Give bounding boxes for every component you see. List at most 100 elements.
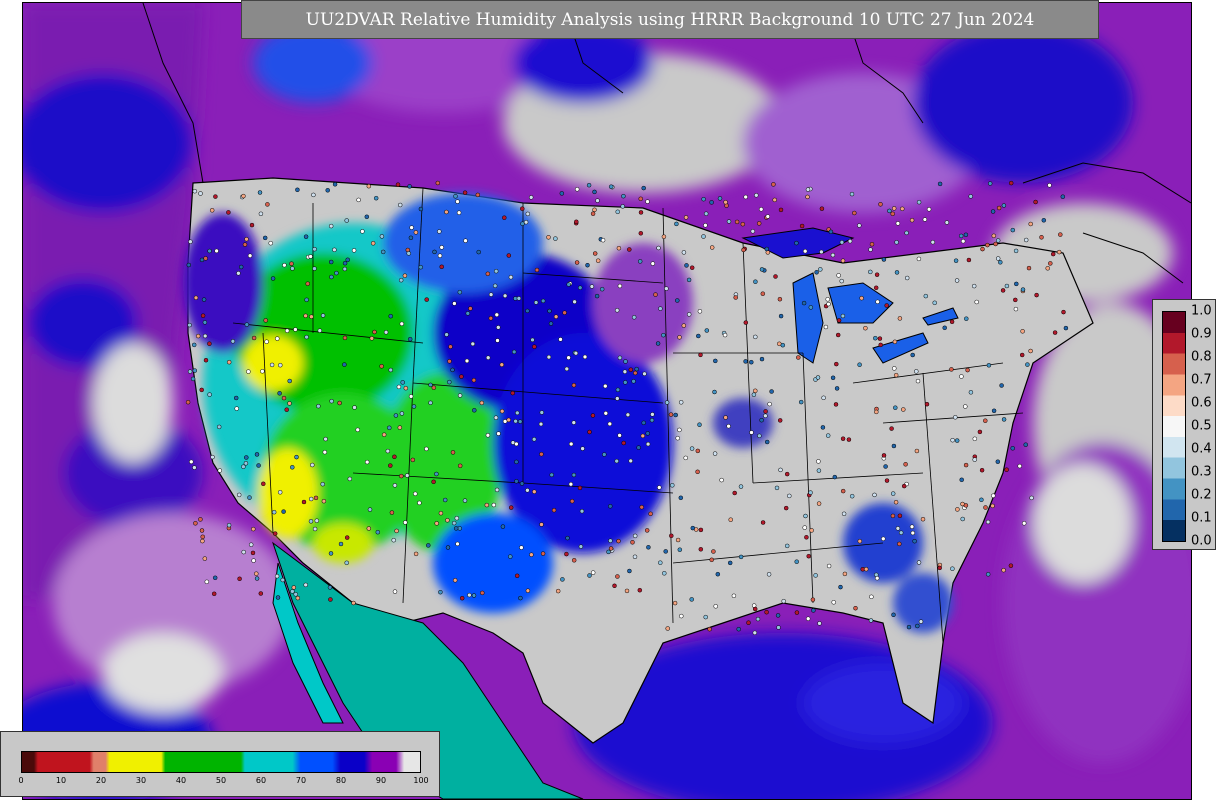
station-marker (805, 194, 810, 200)
station-marker (738, 554, 744, 560)
station-marker (317, 328, 323, 333)
station-marker (383, 330, 389, 335)
station-marker (979, 497, 984, 503)
station-marker (1008, 180, 1014, 186)
station-marker (641, 185, 646, 191)
station-marker (965, 367, 970, 373)
station-marker (310, 462, 315, 468)
station-marker (305, 281, 310, 286)
station-marker (959, 374, 964, 379)
station-marker (1013, 248, 1019, 254)
station-marker (624, 588, 630, 594)
ratio-tick-label: 0.4 (1191, 441, 1212, 457)
station-marker (447, 379, 452, 385)
station-marker (617, 433, 622, 438)
station-marker (577, 485, 583, 491)
station-marker (237, 576, 242, 582)
station-marker (190, 376, 196, 382)
station-marker (999, 383, 1004, 388)
station-marker (966, 257, 972, 263)
station-marker (534, 267, 540, 273)
station-marker (445, 518, 450, 523)
station-marker (186, 262, 192, 268)
station-marker (963, 462, 969, 468)
station-marker (753, 279, 758, 284)
station-marker (590, 211, 596, 216)
station-marker (863, 325, 868, 331)
station-marker (759, 417, 764, 423)
station-marker (630, 540, 635, 545)
station-marker (661, 234, 667, 239)
station-marker (776, 625, 781, 630)
station-marker (546, 354, 552, 360)
station-marker (868, 618, 874, 623)
station-marker (515, 410, 520, 416)
station-marker (201, 297, 207, 302)
ratio-tick-label: 0.9 (1191, 326, 1212, 342)
station-marker (1008, 563, 1014, 568)
station-marker (944, 220, 950, 225)
station-marker (403, 520, 408, 525)
station-marker (244, 322, 250, 327)
station-marker (518, 595, 523, 601)
station-marker (388, 463, 393, 468)
station-marker (991, 408, 997, 414)
station-marker (883, 464, 888, 469)
station-marker (804, 535, 809, 540)
station-marker (821, 395, 826, 401)
station-marker (689, 446, 695, 451)
station-marker (323, 436, 328, 442)
station-marker (890, 513, 896, 519)
station-marker (287, 401, 292, 406)
station-marker (772, 197, 777, 203)
station-marker (897, 513, 903, 519)
station-marker (869, 594, 874, 600)
station-marker (608, 546, 614, 551)
station-marker (738, 484, 744, 489)
station-marker (734, 219, 740, 225)
station-marker (914, 369, 919, 374)
station-marker (617, 355, 623, 361)
station-marker (207, 341, 212, 346)
station-marker (719, 477, 724, 483)
station-marker (972, 457, 977, 462)
station-marker (881, 453, 887, 458)
station-marker (431, 385, 437, 390)
station-marker (519, 481, 525, 486)
station-marker (826, 301, 831, 307)
station-marker (322, 449, 328, 455)
station-marker (233, 395, 239, 401)
station-marker (572, 299, 577, 305)
station-marker (590, 413, 596, 418)
station-marker (640, 433, 646, 439)
station-marker (528, 195, 534, 200)
rh-tick-label: 70 (295, 776, 307, 785)
station-marker (234, 406, 239, 411)
station-marker (628, 458, 633, 464)
station-marker (592, 189, 597, 195)
station-marker (454, 515, 460, 521)
station-marker (254, 452, 260, 457)
station-marker (226, 522, 232, 528)
station-marker (540, 551, 546, 556)
station-marker (271, 509, 277, 515)
station-marker (930, 239, 936, 245)
station-marker (759, 356, 765, 362)
station-marker (293, 327, 298, 332)
station-marker (311, 192, 316, 198)
station-marker (703, 211, 709, 216)
station-marker (328, 551, 334, 556)
station-marker (751, 392, 757, 397)
station-marker (399, 473, 404, 479)
station-marker (413, 491, 418, 497)
station-marker (1034, 292, 1039, 298)
station-marker (539, 451, 544, 457)
station-marker (869, 241, 875, 247)
station-marker (392, 483, 398, 488)
station-marker (764, 246, 770, 252)
station-marker (314, 518, 320, 523)
station-marker (717, 196, 723, 201)
station-marker (881, 536, 886, 542)
station-marker (752, 606, 758, 612)
station-marker (615, 387, 621, 393)
